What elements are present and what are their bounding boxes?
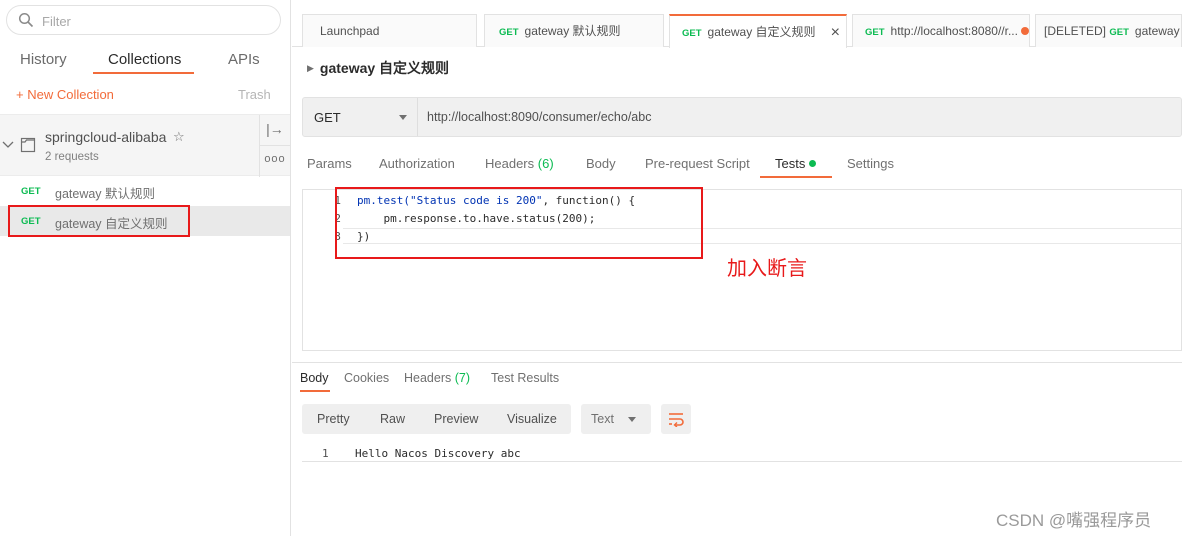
filter-input[interactable] <box>42 12 262 30</box>
caret-right-icon: ▶ <box>307 63 314 73</box>
tab-label: Headers <box>404 371 452 385</box>
collection-name: springcloud-alibaba <box>45 129 167 145</box>
line-number: 1 <box>322 447 329 460</box>
tab-label: gateway 默认规则 <box>524 24 621 38</box>
tab-authorization[interactable]: Authorization <box>379 156 455 171</box>
tab-label: gateway 自... <box>1134 24 1181 38</box>
url-bar: GET <box>302 97 1182 137</box>
response-tab-cookies[interactable]: Cookies <box>344 371 389 385</box>
tab-request[interactable]: GET http://localhost:8080//r... <box>852 14 1030 47</box>
collection-actions: |→ ooo <box>259 115 290 177</box>
visualize-button[interactable]: Visualize <box>507 412 557 426</box>
preview-button[interactable]: Preview <box>434 412 478 426</box>
format-group: Pretty Raw Preview Visualize <box>302 404 571 434</box>
highlight-box <box>8 205 190 237</box>
search-icon <box>18 12 34 28</box>
headers-count: (7) <box>454 371 471 385</box>
chevron-down-icon <box>628 417 636 422</box>
pane-divider[interactable] <box>292 362 1182 363</box>
highlight-box <box>335 187 703 259</box>
sidebar: History Collections APIs + New Collectio… <box>0 0 291 536</box>
tab-prerequest-script[interactable]: Pre-request Script <box>645 156 750 171</box>
breadcrumb[interactable]: ▶ gateway 自定义规则 <box>307 58 449 78</box>
active-tab-indicator <box>93 72 194 74</box>
raw-button[interactable]: Raw <box>380 412 405 426</box>
method-badge: GET <box>682 28 702 39</box>
deleted-prefix: [DELETED] <box>1044 24 1107 38</box>
response-tab-body[interactable]: Body <box>300 371 329 385</box>
page-title: gateway 自定义规则 <box>319 60 450 76</box>
tab-tests[interactable]: Tests <box>775 156 817 171</box>
star-icon[interactable]: ☆ <box>173 129 185 145</box>
method-badge: GET <box>865 27 885 38</box>
tab-collections[interactable]: Collections <box>108 51 181 68</box>
tab-body[interactable]: Body <box>586 156 616 171</box>
annotation-text: 加入断言 <box>727 256 807 280</box>
wrap-icon <box>669 413 684 427</box>
tab-apis[interactable]: APIs <box>228 51 260 68</box>
tab-settings[interactable]: Settings <box>847 156 894 171</box>
tab-label: http://localhost:8080//r... <box>890 24 1018 38</box>
collection-icon <box>20 137 36 153</box>
share-icon[interactable]: |→ <box>260 115 290 146</box>
close-icon[interactable]: × <box>831 16 840 48</box>
pretty-button[interactable]: Pretty <box>317 412 350 426</box>
response-tab-headers[interactable]: Headers (7) <box>404 371 470 385</box>
tab-params[interactable]: Params <box>307 156 352 171</box>
url-input[interactable] <box>427 108 1127 126</box>
tab-headers[interactable]: Headers (6) <box>485 156 554 171</box>
collection-request-count: 2 requests <box>45 151 99 163</box>
tab-history[interactable]: History <box>20 51 67 68</box>
trash-button[interactable]: Trash <box>238 87 271 102</box>
response-body[interactable]: 1 Hello Nacos Discovery abc <box>302 444 1182 462</box>
chevron-down-icon[interactable] <box>2 141 14 149</box>
tab-request-active[interactable]: GET gateway 自定义规则 × <box>669 14 847 48</box>
response-tab-test-results[interactable]: Test Results <box>491 371 559 385</box>
request-name: gateway 默认规则 <box>55 187 156 201</box>
tab-request-deleted[interactable]: [DELETED] GET gateway 自... <box>1035 14 1182 47</box>
request-tabs: Launchpad GET gateway 默认规则 GET gateway 自定义… <box>292 14 1182 48</box>
unsaved-dot <box>1020 27 1029 35</box>
status-dot <box>809 160 817 167</box>
collection-item[interactable]: springcloud-alibaba ☆ 2 requests |→ ooo <box>0 114 290 177</box>
watermark: CSDN @嘴强程序员 <box>996 511 1152 530</box>
new-collection-button[interactable]: + New Collection <box>16 87 114 102</box>
wrap-lines-button[interactable] <box>661 404 691 434</box>
tab-label: Tests <box>775 156 806 171</box>
tab-label: Headers <box>485 156 535 171</box>
format-type-select[interactable]: Text <box>581 404 651 434</box>
method-label: GET <box>314 110 341 125</box>
chevron-down-icon <box>399 115 407 120</box>
active-tab-indicator <box>300 390 330 392</box>
more-icon[interactable]: ooo <box>260 146 290 176</box>
tab-label: Launchpad <box>320 24 380 38</box>
filter-box[interactable] <box>6 5 281 35</box>
response-text: Hello Nacos Discovery abc <box>355 447 521 460</box>
format-type-label: Text <box>591 412 614 426</box>
method-badge: GET <box>1109 27 1129 38</box>
tab-label: gateway 自定义规则 <box>707 25 816 39</box>
tab-launchpad[interactable]: Launchpad <box>302 14 477 47</box>
method-badge: GET <box>21 186 41 197</box>
sidebar-request-item[interactable]: GET gateway 默认规则 <box>0 176 290 206</box>
postman-window: History Collections APIs + New Collectio… <box>0 0 1182 536</box>
method-badge: GET <box>499 27 519 38</box>
method-select[interactable]: GET <box>303 98 418 136</box>
active-tab-indicator <box>760 176 832 178</box>
tab-request[interactable]: GET gateway 默认规则 <box>484 14 664 47</box>
headers-count: (6) <box>537 156 554 171</box>
